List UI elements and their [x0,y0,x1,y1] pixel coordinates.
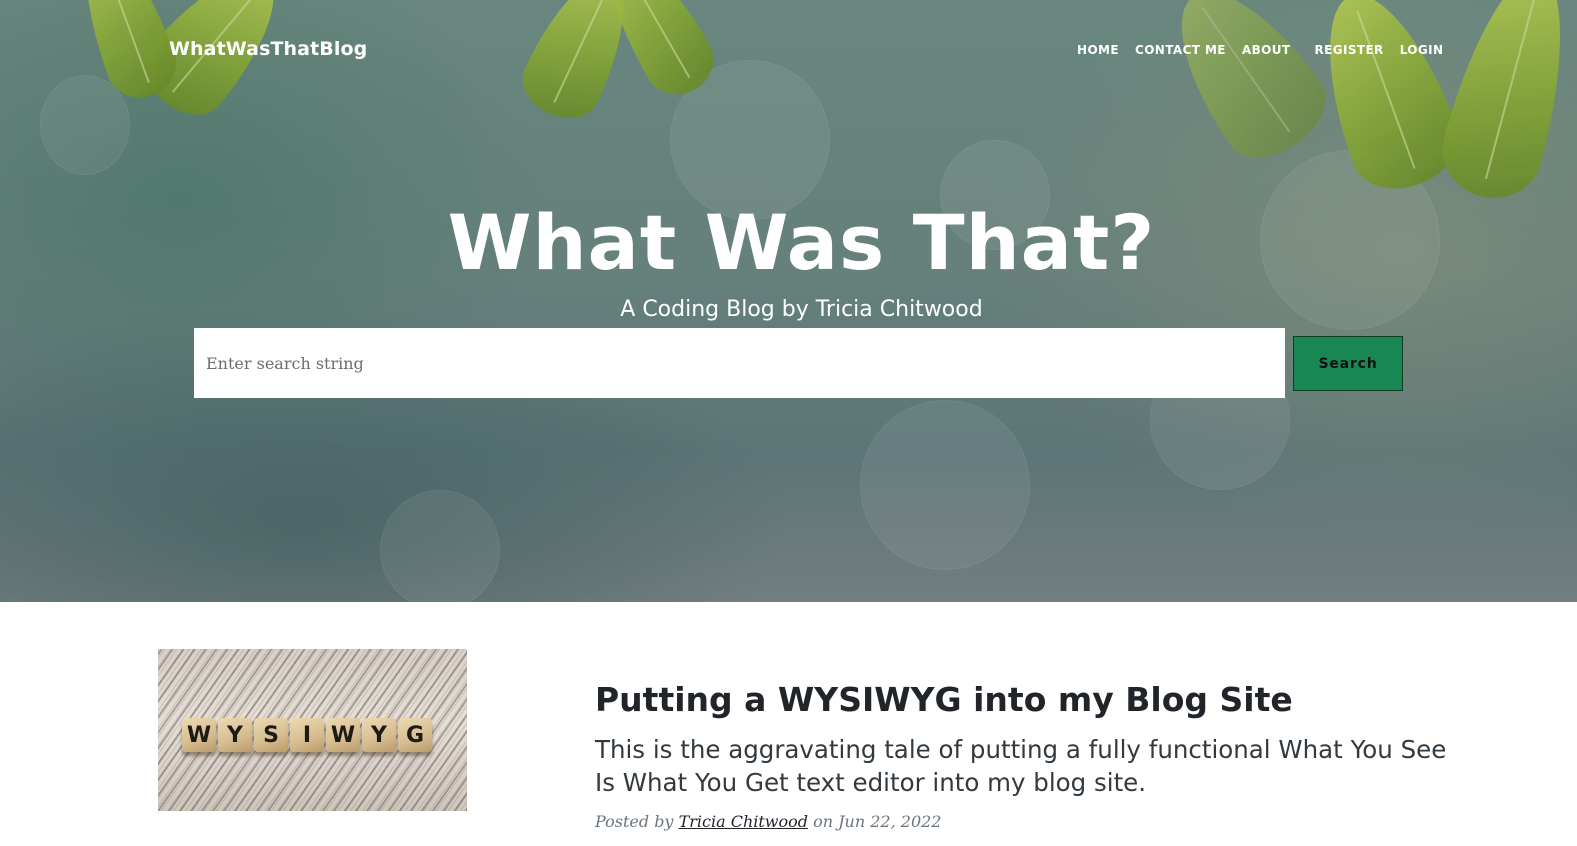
post-thumbnail-image[interactable]: W Y S I W Y G [158,649,467,811]
wysiwyg-dice-row: W Y S I W Y G [182,718,432,752]
brand-logo-link[interactable]: WhatWasThatBlog [169,38,367,60]
letter-die: Y [362,718,396,752]
search-button[interactable]: Search [1293,336,1403,391]
main-nav: HOME CONTACT ME ABOUT REGISTER LOGIN [1077,43,1459,57]
post-meta-on: on [813,812,834,831]
letter-die: S [254,718,288,752]
letter-die: W [182,718,216,752]
post-meta-prefix: Posted by [595,812,674,831]
nav-about-link[interactable]: ABOUT [1242,43,1291,57]
nav-login-link[interactable]: LOGIN [1400,43,1444,57]
post-author-link[interactable]: Tricia Chitwood [679,812,808,831]
nav-contact-link[interactable]: CONTACT ME [1135,43,1226,57]
letter-die: G [398,718,432,752]
letter-die: I [290,718,324,752]
post-subtitle: This is the aggravating tale of putting … [595,735,1447,797]
post-meta: Posted by Tricia Chitwood on Jun 22, 202… [595,812,941,831]
hero-header: WhatWasThatBlog HOME CONTACT ME ABOUT RE… [0,0,1577,602]
search-input[interactable] [194,328,1285,398]
letter-die: W [326,718,360,752]
nav-home-link[interactable]: HOME [1077,43,1119,57]
site-subheading: A Coding Blog by Tricia Chitwood [620,297,983,322]
letter-die: Y [218,718,252,752]
site-heading: What Was That? [447,198,1156,287]
nav-register-link[interactable]: REGISTER [1314,43,1383,57]
post-title-link[interactable]: Putting a WYSIWYG into my Blog Site [595,680,1495,719]
post-date: Jun 22, 2022 [838,812,942,831]
